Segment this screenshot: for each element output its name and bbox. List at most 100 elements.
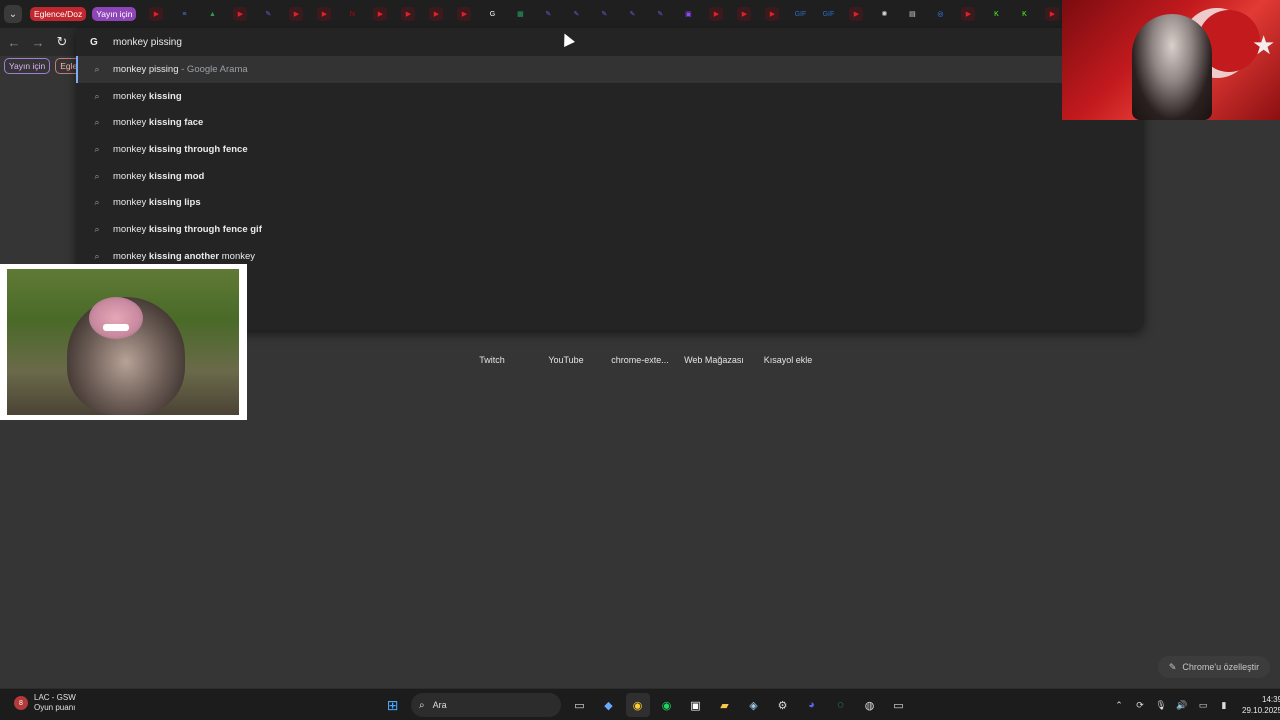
settings-icon[interactable]: ⚙ (771, 693, 795, 717)
score-title: LAC - GSW (34, 693, 76, 702)
chevron-up-icon[interactable]: ⌃ (1110, 693, 1128, 717)
display-icon[interactable]: ▭ (1194, 693, 1212, 717)
search-icon: ⌕ (94, 143, 100, 154)
pencil-icon: ✎ (1168, 661, 1177, 672)
taskbar-clock[interactable]: 14:39 29.10.2025 (1242, 694, 1280, 716)
suggestion-bold: kissing lips (148, 197, 201, 209)
taskbar-center: ⊞ ⌕ Ara ▭ ◆ ◉ ◉ ▣ ▰ ◈ ⚙ ◕ ◌ ◍ ▭ (378, 693, 913, 717)
forward-arrow-icon[interactable]: → (26, 30, 50, 54)
tab-favicons: ▶≡▲▶✎▶▶N▶▶▶▶G▦✎✎✎✎✎▣▶▶▶GIFGIF▶✺▤◎▶KK▶▶ (142, 7, 1094, 21)
search-icon: ⌕ (94, 250, 100, 261)
chatgpt-icon[interactable]: ✺ (877, 7, 891, 21)
steam-icon[interactable]: ◈ (742, 693, 766, 717)
youtube-icon[interactable]: ▶ (317, 7, 332, 21)
monkey-image (7, 269, 239, 415)
score-widget[interactable]: 8 LAC - GSW Oyun puanı (14, 693, 76, 713)
youtube-icon[interactable]: ▶ (233, 7, 248, 21)
drive-icon[interactable]: ▲ (205, 7, 219, 21)
suggestion-bold: kissing face (148, 117, 204, 129)
quill-icon[interactable]: ✎ (597, 7, 611, 21)
monkey-face (89, 297, 143, 339)
taskbar-search[interactable]: ⌕ Ara (411, 693, 561, 717)
suggestion-bold: kissing another (148, 250, 220, 262)
suggestion-prefix: monkey (113, 117, 149, 129)
quill-icon[interactable]: ✎ (653, 7, 667, 21)
youtube-icon[interactable]: ▶ (429, 7, 444, 21)
suggestion-row[interactable]: ⌕ monkey kissing (76, 83, 1144, 110)
gif-icon[interactable]: GIF (793, 7, 807, 21)
docs-icon[interactable]: ≡ (177, 7, 191, 21)
taskbar-search-placeholder: Ara (432, 700, 447, 710)
system-tray: ⌃ ⟳ 🎙 🔊 ▭ ▮ 14:39 29.10.2025 (1110, 693, 1280, 717)
suggestion-row[interactable]: ⌕ monkey pissing - Google Arama (76, 56, 1144, 83)
suggestion-row[interactable]: ⌕ monkey kissing lips (76, 189, 1144, 216)
score-badge: 8 (14, 696, 28, 710)
bookmark-group-yayin[interactable]: Yayın için (4, 58, 51, 74)
kick-icon[interactable]: K (989, 7, 1003, 21)
quill-icon[interactable]: ✎ (261, 7, 275, 21)
page-icon[interactable]: ▤ (905, 7, 919, 21)
twitch-icon[interactable]: ▣ (681, 7, 695, 21)
youtube-icon[interactable]: ▶ (401, 7, 416, 21)
omnibox-query[interactable]: monkey pissing (113, 37, 182, 48)
suggestion-prefix: monkey (113, 90, 149, 102)
refresh-icon[interactable]: ⟳ (1131, 693, 1149, 717)
youtube-icon[interactable]: ▶ (373, 7, 388, 21)
quill-icon[interactable]: ✎ (541, 7, 555, 21)
youtube-icon[interactable]: ▶ (849, 7, 864, 21)
mic-icon[interactable]: 🎙 (1152, 693, 1170, 717)
back-arrow-icon[interactable]: ← (2, 30, 26, 54)
youtube-icon[interactable]: ▶ (709, 7, 724, 21)
battery-icon[interactable]: ▮ (1215, 693, 1233, 717)
file-explorer-icon[interactable]: ▰ (713, 693, 737, 717)
spotify-icon[interactable]: ◉ (655, 693, 679, 717)
suggestion-row[interactable]: ⌕ monkey kissing face (76, 109, 1144, 136)
search-icon: ⌕ (94, 117, 100, 128)
windows-start-icon[interactable]: ⊞ (381, 693, 405, 717)
whatsapp-icon[interactable]: ◌ (829, 693, 853, 717)
monkey-teeth (103, 324, 129, 331)
search-icon: ⌕ (94, 90, 100, 101)
suggestion-sub: - Google Arama (178, 63, 248, 75)
discord-icon[interactable]: ◕ (800, 693, 824, 717)
globe-icon[interactable]: ◎ (933, 7, 947, 21)
task-view-icon[interactable]: ▭ (568, 693, 592, 717)
youtube-icon[interactable]: ▶ (961, 7, 976, 21)
netflix-icon[interactable]: N (345, 7, 359, 21)
quill-icon[interactable]: ✎ (625, 7, 639, 21)
gif-icon[interactable]: GIF (821, 7, 835, 21)
customize-chrome-button[interactable]: ✎ Chrome'u özelleştir (1158, 656, 1270, 678)
customize-chrome-label: Chrome'u özelleştir (1182, 662, 1260, 672)
youtube-icon[interactable]: ▶ (737, 7, 752, 21)
omnibox-input[interactable]: G monkey pissing (76, 28, 1144, 56)
chrome-icon[interactable]: ◉ (625, 693, 650, 717)
score-subtitle: Oyun puanı (34, 703, 76, 712)
shortcut-label: YouTube (548, 355, 584, 365)
suggestion-prefix: monkey (113, 223, 149, 235)
youtube-icon[interactable]: ▶ (149, 7, 164, 21)
youtube-icon[interactable]: ▶ (457, 7, 472, 21)
suggestion-row[interactable]: ⌕ monkey kissing through fence gif (76, 216, 1144, 243)
youtube-icon[interactable]: ▶ (765, 7, 780, 21)
youtube-icon[interactable]: ▶ (289, 7, 304, 21)
terminal-icon[interactable]: ▭ (887, 693, 911, 717)
copilot-icon[interactable]: ◆ (597, 693, 621, 717)
suggestion-bold: kissing through fence gif (148, 223, 262, 235)
suggestion-row[interactable]: ⌕ monkey kissing mod (76, 163, 1144, 190)
tab-group-1[interactable]: Yayın için (92, 7, 137, 21)
kick-icon[interactable]: K (1017, 7, 1031, 21)
portrait-image (1132, 14, 1212, 120)
sheets-icon[interactable]: ▦ (513, 7, 527, 21)
youtube-icon[interactable]: ▶ (1045, 7, 1060, 21)
suggestion-row[interactable]: ⌕ monkey kissing through fence (76, 136, 1144, 163)
suggestion-bold: kissing through fence (148, 143, 248, 155)
tab-group-0[interactable]: Eglence/Doz (30, 7, 87, 21)
chevron-down-icon[interactable]: ⌄ (4, 5, 22, 23)
quill-icon[interactable]: ✎ (569, 7, 583, 21)
obs-icon[interactable]: ◍ (858, 693, 882, 717)
google-icon[interactable]: G (485, 7, 499, 21)
speaker-icon[interactable]: 🔊 (1173, 693, 1191, 717)
suggestion-prefix: monkey (113, 197, 149, 209)
app-icon[interactable]: ▣ (684, 693, 708, 717)
reload-icon[interactable]: ↻ (50, 30, 74, 54)
